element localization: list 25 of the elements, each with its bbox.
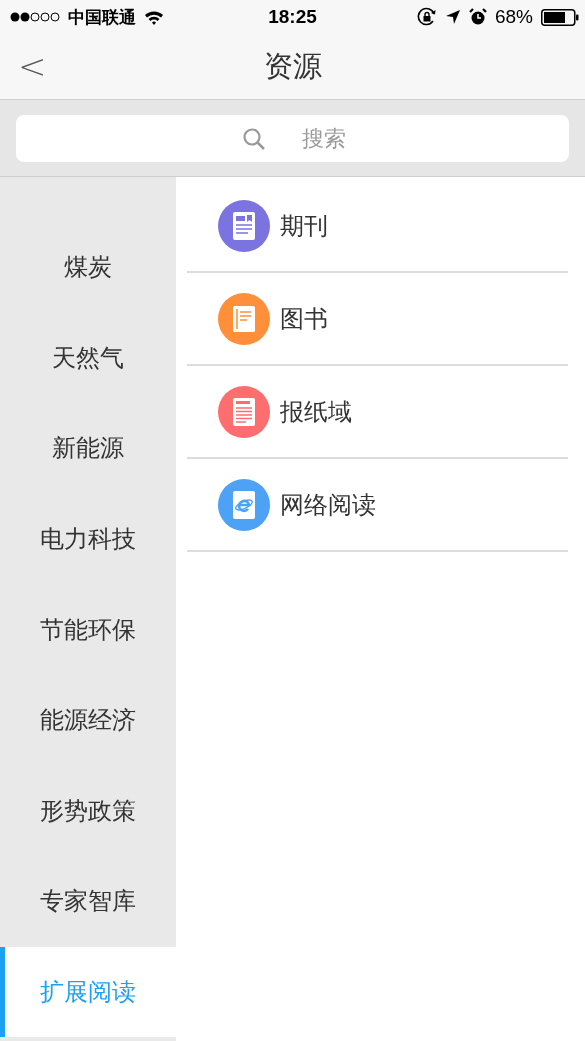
signal-icon xyxy=(10,11,60,23)
category-item[interactable]: 新能源 xyxy=(0,403,176,494)
resource-label[interactable]: 图书 xyxy=(280,302,328,335)
category-item[interactable]: 煤炭 xyxy=(0,222,176,313)
battery-icon xyxy=(541,8,579,26)
category-item[interactable]: 能源经济 xyxy=(0,674,176,766)
category-item[interactable]: 电力科技 xyxy=(0,493,176,585)
resource-label[interactable]: 期刊 xyxy=(280,209,328,242)
search-icon xyxy=(242,126,266,151)
resource-label[interactable]: 报纸域 xyxy=(280,395,352,428)
battery-percent: 68% xyxy=(494,6,533,28)
back-button[interactable]: < xyxy=(14,46,51,86)
page-title: 资源 xyxy=(263,47,322,85)
wifi-icon xyxy=(144,9,164,25)
resource-label[interactable]: 网络阅读 xyxy=(280,488,376,521)
category-item[interactable]: 节能环保 xyxy=(0,584,176,675)
category-item[interactable]: 专家智库 xyxy=(0,856,176,947)
category-item[interactable]: 天然气 xyxy=(0,312,176,404)
clock-time: 18:25 xyxy=(267,6,318,28)
search-field[interactable]: 搜索 xyxy=(16,114,569,162)
alarm-clock-icon xyxy=(468,8,487,26)
category-item[interactable]: 形势政策 xyxy=(0,765,176,857)
rotation-lock-icon xyxy=(416,7,437,27)
location-arrow-icon xyxy=(444,9,461,25)
carrier-name: 中国联通 xyxy=(68,5,136,29)
